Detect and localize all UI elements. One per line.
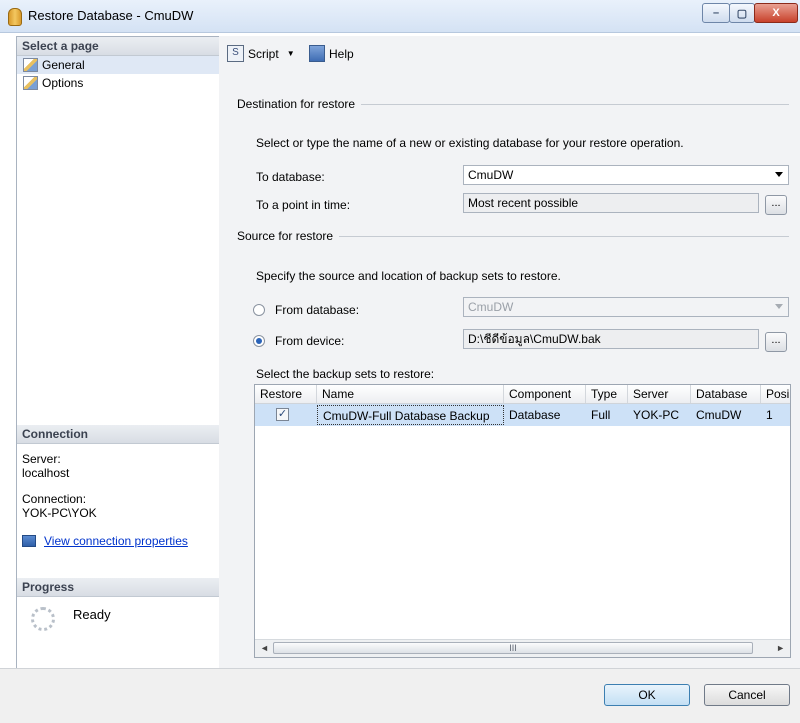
cancel-button[interactable]: Cancel [704,684,790,706]
page-item-label: General [42,58,85,72]
progress-section: Progress Ready [17,578,219,631]
source-instruction: Specify the source and location of backu… [256,269,561,283]
from-device-field: D:\ชีดีข้อมูล\CmuDW.bak [463,329,759,349]
connection-header: Connection [17,425,219,444]
server-label: Server: [22,452,61,466]
progress-status: Ready [73,607,111,622]
view-connection-properties-link[interactable]: View connection properties [44,534,188,548]
point-in-time-browse-button[interactable]: ... [765,195,787,215]
page-icon [23,58,38,72]
help-button[interactable]: Help [309,45,354,62]
backup-name-cell: CmuDW-Full Database Backup [317,405,504,425]
from-database-radio[interactable] [253,304,265,316]
minimize-button[interactable]: – [702,3,730,23]
ok-button[interactable]: OK [604,684,690,706]
title-bar: Restore Database - CmuDW – ▢ X [0,0,800,33]
from-database-value: CmuDW [468,300,514,314]
close-button[interactable]: X [754,3,798,23]
point-in-time-value: Most recent possible [468,196,579,210]
component-cell: Database [509,408,561,422]
to-database-combo[interactable]: CmuDW [463,165,789,185]
select-page-header: Select a page [17,37,219,56]
window-title: Restore Database - CmuDW [28,8,194,23]
connection-section: Connection Server: localhost Connection:… [17,425,219,548]
server-cell: YOK-PC [633,408,680,422]
to-database-value: CmuDW [468,168,514,182]
destination-instruction: Select or type the name of a new or exis… [256,136,684,150]
connection-label: Connection: [22,492,87,506]
scroll-right-icon[interactable]: ► [776,643,785,653]
column-header-database[interactable]: Database [691,385,761,403]
help-label: Help [329,46,354,61]
to-database-label: To database: [256,170,325,184]
page-item-label: Options [42,76,84,90]
horizontal-scrollbar[interactable]: ◄ III ► [255,639,790,657]
column-header-component[interactable]: Component [504,385,586,403]
chevron-down-icon: ▼ [286,49,295,58]
from-device-browse-button[interactable]: ... [765,332,787,352]
chevron-down-icon [775,172,783,177]
button-bar: OK Cancel [0,668,800,723]
restore-checkbox[interactable]: ✓ [276,408,289,421]
progress-spinner-icon [31,607,55,631]
point-in-time-field: Most recent possible [463,193,759,213]
database-cell: CmuDW [696,408,742,422]
position-cell: 1 [766,408,773,422]
table-row[interactable]: ✓ CmuDW-Full Database Backup Database Fu… [255,404,790,426]
source-group-header: Source for restore [237,229,789,243]
destination-group-header: Destination for restore [237,97,789,111]
restore-cell: ✓ [255,404,317,426]
from-database-label: From database: [275,303,360,317]
left-panel: Select a page General Options Connection… [16,36,220,670]
source-header-label: Source for restore [237,229,334,243]
from-device-label: From device: [275,334,345,348]
page-item-general[interactable]: General [17,56,219,74]
progress-header: Progress [17,578,219,597]
chevron-down-icon [775,304,783,309]
script-label: Script [248,46,279,61]
destination-header-label: Destination for restore [237,97,356,111]
from-device-value: D:\ชีดีข้อมูล\CmuDW.bak [468,332,601,346]
help-icon [309,45,325,62]
column-header-name[interactable]: Name [317,385,504,403]
maximize-button[interactable]: ▢ [729,3,755,23]
backup-sets-grid: Restore Name Component Type Server Datab… [254,384,791,658]
column-header-server[interactable]: Server [628,385,691,403]
page-icon [23,76,38,90]
page-item-options[interactable]: Options [17,74,219,92]
scroll-left-icon[interactable]: ◄ [260,643,269,653]
point-in-time-label: To a point in time: [256,198,351,212]
scroll-thumb[interactable]: III [273,642,753,654]
script-icon: S [227,45,244,62]
script-button[interactable]: S Script ▼ [227,45,295,62]
backup-sets-label: Select the backup sets to restore: [256,367,435,381]
from-device-radio[interactable] [253,335,265,347]
column-header-restore[interactable]: Restore [255,385,317,403]
database-icon [8,8,22,26]
column-header-type[interactable]: Type [586,385,628,403]
from-database-combo[interactable]: CmuDW [463,297,789,317]
server-value: localhost [22,466,70,480]
grid-header: Restore Name Component Type Server Datab… [255,385,790,404]
connection-properties-icon [22,535,36,547]
column-header-position[interactable]: Posi [761,385,790,403]
connection-value: YOK-PC\YOK [22,506,97,520]
type-cell: Full [591,408,611,422]
